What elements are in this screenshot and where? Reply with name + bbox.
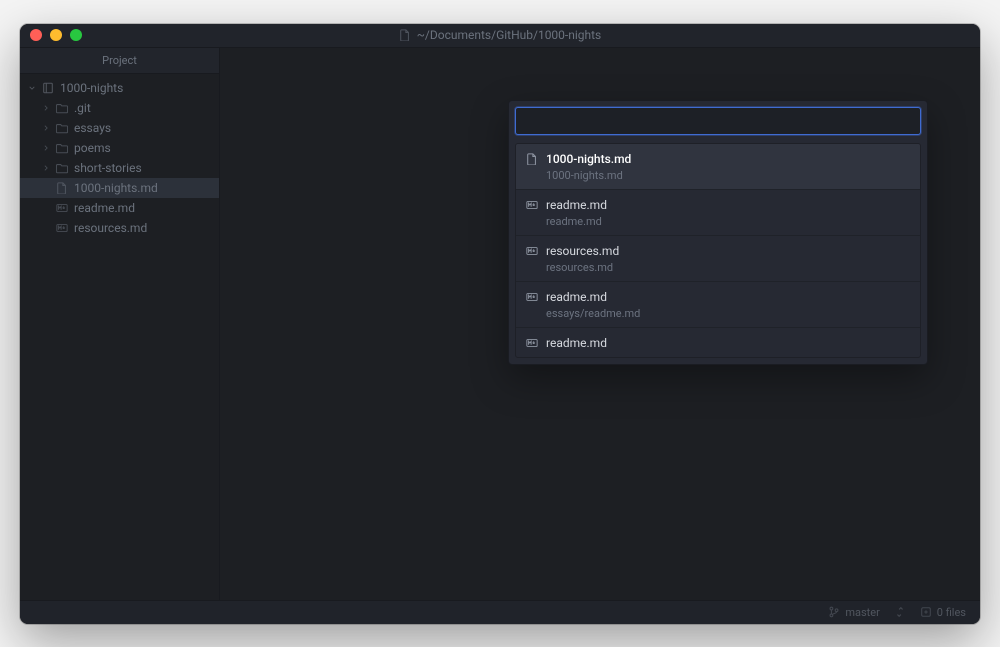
app-body: Project 1000-nights .git essays poems short-… — [20, 48, 980, 600]
fuzzy-finder-result[interactable]: readme.md — [516, 327, 920, 357]
tree-item[interactable]: 1000-nights.md — [20, 178, 219, 198]
result-name: 1000-nights.md — [546, 152, 631, 166]
tree-item-label: short-stories — [74, 161, 142, 175]
git-branch-name: master — [845, 606, 879, 619]
markdown-icon — [526, 337, 538, 349]
tree-root[interactable]: 1000-nights — [20, 78, 219, 98]
diff-icon — [920, 606, 932, 618]
result-path: 1000-nights.md — [526, 169, 910, 182]
status-bar: master 0 files — [20, 600, 980, 624]
tree-item-label: essays — [74, 121, 111, 135]
tree-item[interactable]: .git — [20, 98, 219, 118]
fuzzy-finder-result[interactable]: resources.md resources.md — [516, 235, 920, 281]
result-path: essays/readme.md — [526, 307, 910, 320]
close-window-button[interactable] — [30, 29, 42, 41]
book-icon — [42, 82, 54, 94]
file-icon — [399, 29, 411, 41]
tree-item-label: .git — [74, 101, 91, 115]
folder-icon — [56, 122, 68, 134]
tree-item[interactable]: short-stories — [20, 158, 219, 178]
markdown-icon — [56, 222, 68, 234]
fuzzy-finder-result[interactable]: 1000-nights.md 1000-nights.md — [516, 144, 920, 189]
zoom-window-button[interactable] — [70, 29, 82, 41]
chevron-right-icon[interactable] — [42, 142, 50, 154]
fuzzy-finder: 1000-nights.md1000-nights.mdreadme.mdrea… — [508, 100, 928, 365]
markdown-icon — [56, 202, 68, 214]
file-icon — [56, 182, 68, 194]
git-sync-status[interactable] — [894, 606, 906, 618]
app-window: ~/Documents/GitHub/1000-nights Project 1… — [20, 24, 980, 624]
chevron-right-icon[interactable] — [42, 122, 50, 134]
file-tree: 1000-nights .git essays poems short-stories 1… — [20, 74, 219, 242]
result-path: resources.md — [526, 261, 910, 274]
result-name: resources.md — [546, 244, 619, 258]
markdown-icon — [526, 245, 538, 257]
result-path — [526, 353, 910, 357]
result-path: readme.md — [526, 215, 910, 228]
folder-icon — [56, 162, 68, 174]
project-sidebar: Project 1000-nights .git essays poems short-… — [20, 48, 220, 600]
fuzzy-finder-result[interactable]: readme.md essays/readme.md — [516, 281, 920, 327]
markdown-icon — [526, 291, 538, 303]
window-title-text: ~/Documents/GitHub/1000-nights — [417, 28, 602, 42]
git-files-status[interactable]: 0 files — [920, 606, 966, 619]
sync-icon — [894, 606, 906, 618]
tree-item-label: 1000-nights.md — [74, 181, 158, 195]
chevron-right-icon[interactable] — [42, 162, 50, 174]
fuzzy-finder-input[interactable] — [515, 107, 921, 135]
tree-item-label: readme.md — [74, 201, 135, 215]
window-title: ~/Documents/GitHub/1000-nights — [20, 28, 980, 42]
git-branch-status[interactable]: master — [828, 606, 879, 619]
tree-item[interactable]: readme.md — [20, 198, 219, 218]
folder-icon — [56, 102, 68, 114]
fuzzy-finder-results: 1000-nights.md1000-nights.mdreadme.mdrea… — [515, 143, 921, 358]
result-name: readme.md — [546, 336, 607, 350]
result-name: readme.md — [546, 198, 607, 212]
editor-area[interactable]: …ngs View ⌘, 1000-nights.md1000-nights.m… — [220, 48, 980, 600]
tree-item[interactable]: resources.md — [20, 218, 219, 238]
tree-item-label: resources.md — [74, 221, 147, 235]
file-icon — [526, 153, 538, 165]
tree-item[interactable]: poems — [20, 138, 219, 158]
window-controls — [30, 29, 82, 41]
chevron-down-icon[interactable] — [28, 82, 36, 94]
fuzzy-finder-result[interactable]: readme.md readme.md — [516, 189, 920, 235]
minimize-window-button[interactable] — [50, 29, 62, 41]
git-branch-icon — [828, 606, 840, 618]
markdown-icon — [526, 199, 538, 211]
sidebar-panel-title: Project — [20, 48, 219, 74]
tree-item-label: 1000-nights — [60, 81, 123, 95]
tree-item[interactable]: essays — [20, 118, 219, 138]
tree-item-label: poems — [74, 141, 111, 155]
result-name: readme.md — [546, 290, 607, 304]
chevron-right-icon[interactable] — [42, 102, 50, 114]
folder-icon — [56, 142, 68, 154]
git-files-count: 0 files — [937, 606, 966, 619]
titlebar: ~/Documents/GitHub/1000-nights — [20, 24, 980, 48]
